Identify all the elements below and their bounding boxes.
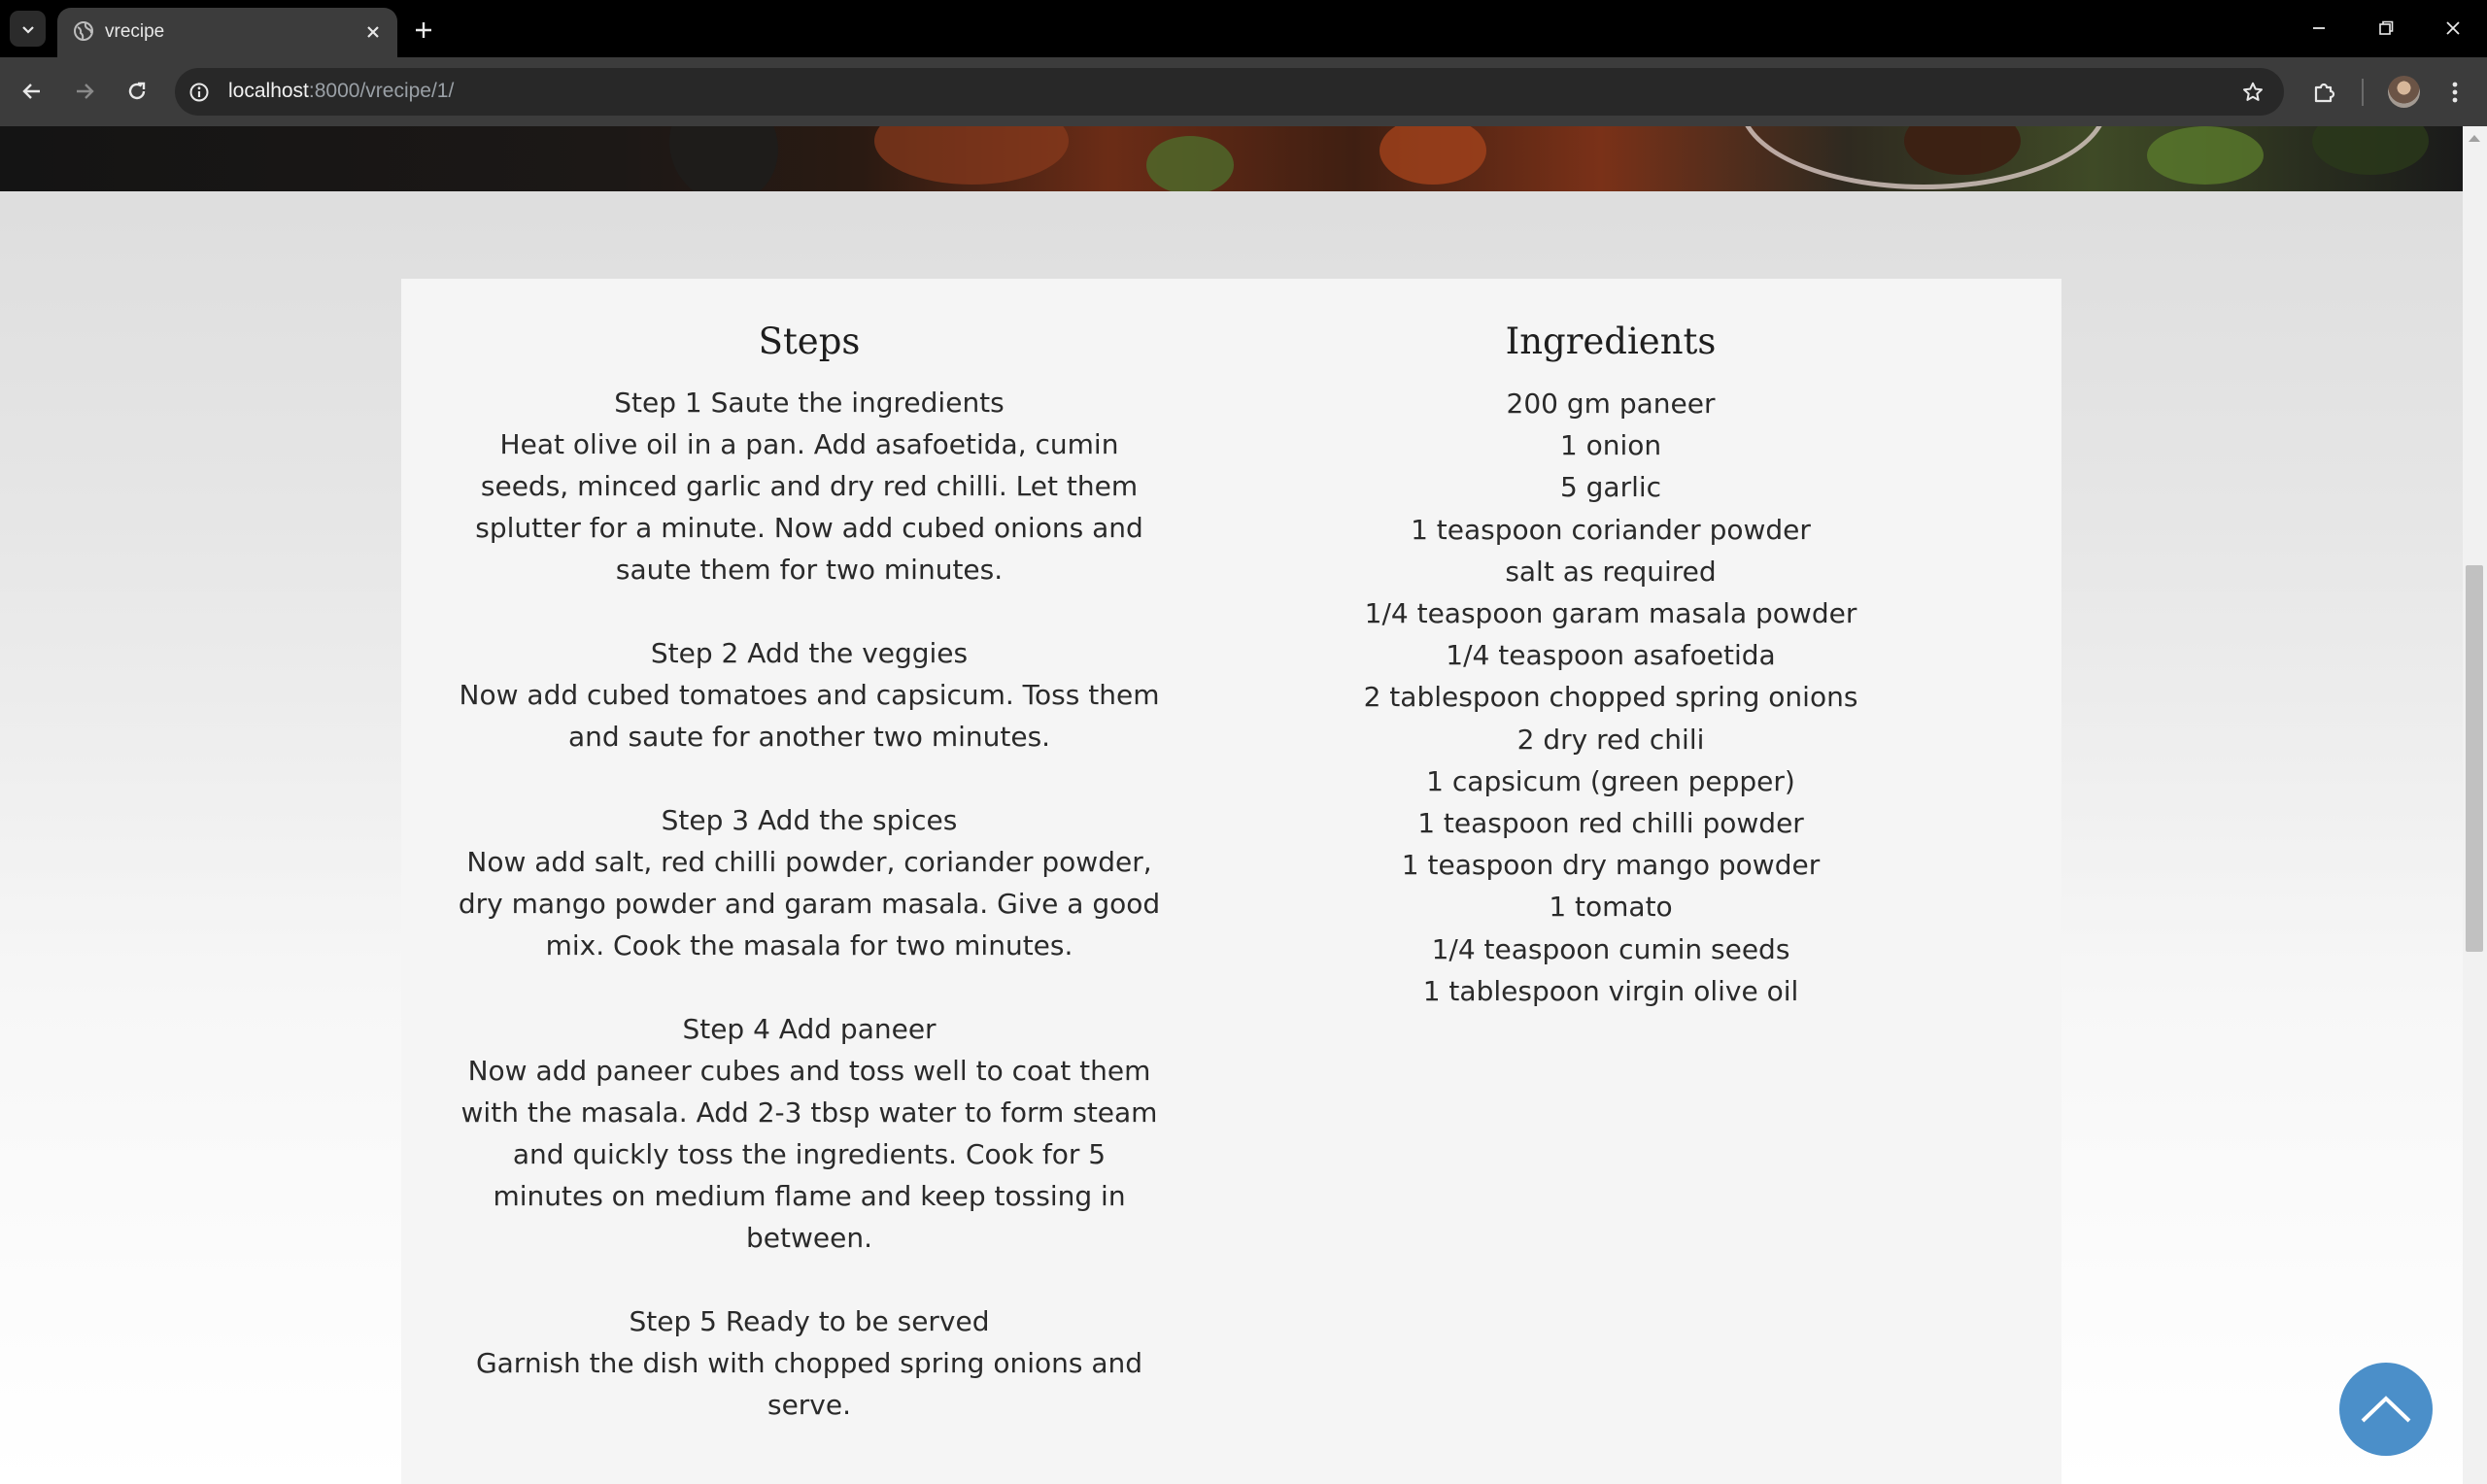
steps-heading: Steps bbox=[758, 320, 861, 362]
arrow-right-icon bbox=[77, 84, 94, 99]
new-tab-button[interactable] bbox=[408, 15, 439, 46]
scroll-up-arrow[interactable] bbox=[2469, 135, 2480, 142]
page-viewport: Steps Step 1 Saute the ingredients Heat … bbox=[0, 126, 2487, 1484]
close-window-button[interactable] bbox=[2438, 14, 2468, 43]
ingredient-item: 1 tomato bbox=[1549, 891, 1673, 924]
ingredient-item: 1 teaspoon red chilli powder bbox=[1417, 807, 1804, 840]
restore-icon bbox=[2379, 20, 2394, 35]
bookmark-button[interactable] bbox=[2238, 78, 2267, 107]
steps-list: Step 1 Saute the ingredients Heat olive … bbox=[445, 382, 1174, 1426]
plus-icon bbox=[416, 22, 431, 38]
back-to-top-button[interactable] bbox=[2339, 1363, 2433, 1456]
ingredient-item: 1 capsicum (green pepper) bbox=[1426, 764, 1795, 797]
restore-button[interactable] bbox=[2371, 14, 2401, 43]
reload-button[interactable] bbox=[120, 75, 153, 108]
browser-toolbar: localhost:8000/vrecipe/1/ bbox=[0, 57, 2487, 126]
ingredient-item: 1 onion bbox=[1559, 429, 1662, 462]
step-title: Step 3 Add the spices bbox=[661, 804, 958, 836]
puzzle-icon bbox=[2314, 83, 2335, 103]
step-item: Step 1 Saute the ingredients Heat olive … bbox=[445, 382, 1174, 590]
recipe-card: Steps Step 1 Saute the ingredients Heat … bbox=[401, 279, 2061, 1484]
step-description: Garnish the dish with chopped spring oni… bbox=[475, 1347, 1143, 1421]
globe-icon bbox=[74, 21, 93, 41]
scrollbar-thumb[interactable] bbox=[2466, 565, 2483, 952]
close-icon bbox=[367, 26, 379, 38]
ingredient-item: 1/4 teaspoon garam masala powder bbox=[1364, 597, 1857, 630]
browser-titlebar: vrecipe bbox=[0, 0, 2487, 57]
ingredient-item: 1 tablespoon virgin olive oil bbox=[1422, 974, 1799, 1007]
ingredient-item: 1/4 teaspoon cumin seeds bbox=[1431, 932, 1790, 965]
chevron-down-icon bbox=[21, 25, 34, 34]
step-title: Step 5 Ready to be served bbox=[629, 1305, 990, 1337]
hero-image bbox=[0, 126, 2463, 191]
ingredients-heading: Ingredients bbox=[1505, 320, 1717, 362]
ingredients-list: 200 gm paneer 1 onion 5 garlic 1 teaspoo… bbox=[1256, 383, 1965, 1012]
tab-search-button[interactable] bbox=[10, 11, 46, 47]
ingredient-item: 2 tablespoon chopped spring onions bbox=[1363, 681, 1858, 714]
url-text[interactable]: localhost:8000/vrecipe/1/ bbox=[228, 80, 454, 103]
minimize-button[interactable] bbox=[2304, 14, 2334, 43]
step-item: Step 2 Add the veggies Now add cubed tom… bbox=[445, 632, 1174, 758]
ingredient-item: 200 gm paneer bbox=[1506, 388, 1716, 420]
address-bar[interactable]: localhost:8000/vrecipe/1/ bbox=[175, 68, 2284, 116]
ingredient-item: 2 dry red chili bbox=[1516, 723, 1705, 756]
ingredient-item: salt as required bbox=[1505, 555, 1717, 588]
ingredient-item: 1/4 teaspoon asafoetida bbox=[1446, 639, 1776, 672]
tab-close-button[interactable] bbox=[361, 20, 385, 44]
browser-tab[interactable]: vrecipe bbox=[57, 8, 397, 57]
step-title: Step 4 Add paneer bbox=[682, 1013, 937, 1045]
extensions-button[interactable] bbox=[2307, 75, 2342, 110]
profile-avatar[interactable] bbox=[2388, 76, 2420, 108]
info-icon bbox=[189, 83, 208, 101]
reload-icon bbox=[128, 82, 146, 100]
step-item: Step 5 Ready to be served Garnish the di… bbox=[445, 1300, 1174, 1426]
close-icon bbox=[2446, 21, 2460, 35]
ingredients-column: Ingredients 200 gm paneer 1 onion 5 garl… bbox=[1256, 279, 1965, 1012]
ingredient-item: 5 garlic bbox=[1559, 471, 1662, 504]
toolbar-divider bbox=[2362, 79, 2364, 106]
step-title: Step 1 Saute the ingredients bbox=[614, 387, 1005, 419]
chevron-up-icon bbox=[2361, 1396, 2411, 1423]
step-description: Now add paneer cubes and toss well to co… bbox=[460, 1055, 1158, 1254]
url-path: :8000/vrecipe/1/ bbox=[308, 80, 455, 102]
step-description: Heat olive oil in a pan. Add asafoetida,… bbox=[475, 428, 1143, 586]
browser-menu-button[interactable] bbox=[2437, 75, 2472, 110]
site-info-button[interactable] bbox=[187, 80, 211, 104]
minimize-icon bbox=[2313, 27, 2325, 29]
forward-button[interactable] bbox=[68, 75, 101, 108]
url-host: localhost bbox=[228, 80, 309, 102]
back-button[interactable] bbox=[16, 75, 49, 108]
more-vertical-icon bbox=[2452, 82, 2458, 103]
star-icon bbox=[2243, 82, 2263, 101]
step-item: Step 4 Add paneer Now add paneer cubes a… bbox=[445, 1008, 1174, 1259]
tab-title: vrecipe bbox=[105, 21, 165, 42]
step-item: Step 3 Add the spices Now add salt, red … bbox=[445, 799, 1174, 966]
ingredient-item: 1 teaspoon dry mango powder bbox=[1401, 849, 1821, 882]
step-description: Now add cubed tomatoes and capsicum. Tos… bbox=[459, 679, 1160, 753]
steps-column: Steps Step 1 Saute the ingredients Heat … bbox=[445, 279, 1174, 1467]
step-title: Step 2 Add the veggies bbox=[650, 637, 969, 669]
arrow-left-icon bbox=[22, 84, 40, 99]
step-description: Now add salt, red chilli powder, coriand… bbox=[458, 846, 1161, 961]
ingredient-item: 1 teaspoon coriander powder bbox=[1411, 513, 1811, 546]
